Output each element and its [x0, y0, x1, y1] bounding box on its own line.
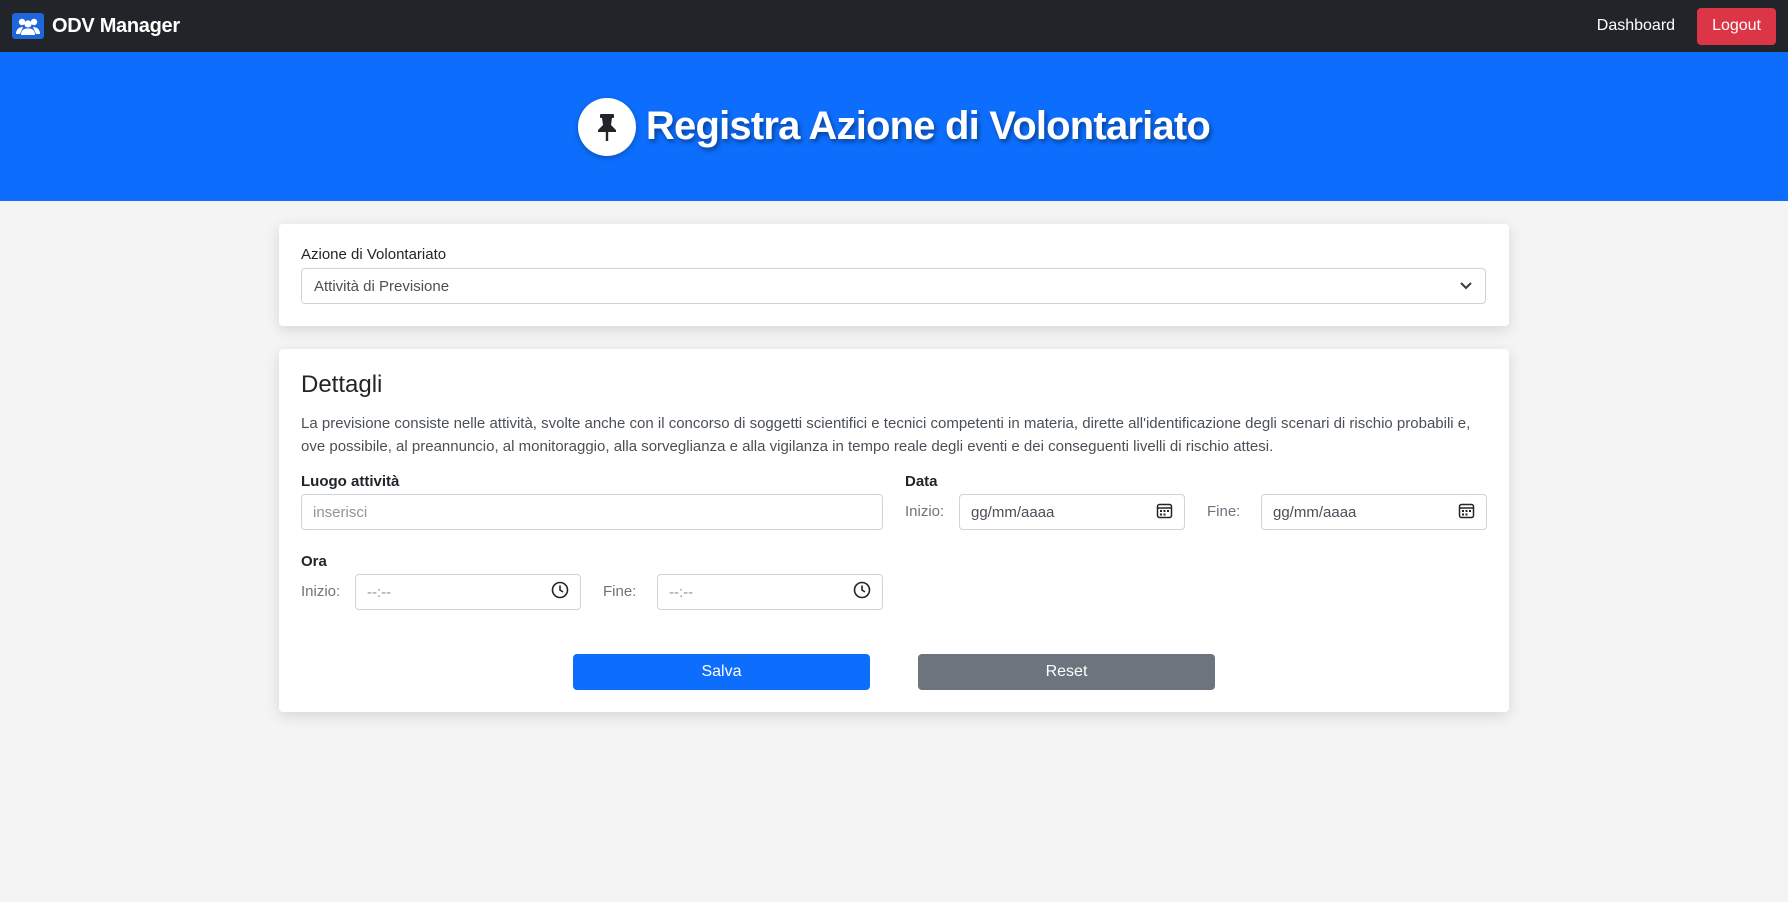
- reset-button[interactable]: Reset: [918, 654, 1215, 690]
- location-input[interactable]: inserisci: [301, 494, 883, 530]
- time-end-label: Fine:: [603, 583, 637, 600]
- date-end-label: Fine:: [1207, 503, 1241, 520]
- chevron-down-icon: [1459, 278, 1473, 295]
- pushpin-icon: [577, 97, 636, 156]
- time-start-input[interactable]: --:--: [355, 574, 581, 610]
- action-label: Azione di Volontariato: [301, 246, 447, 263]
- time-end-input[interactable]: --:--: [657, 574, 883, 610]
- save-button[interactable]: Salva: [573, 654, 870, 690]
- users-icon: [12, 13, 44, 39]
- time-start-placeholder: --:--: [367, 583, 392, 601]
- date-end-placeholder: gg/mm/aaaa: [1273, 503, 1357, 521]
- action-card: Azione di Volontariato Attività di Previ…: [279, 224, 1509, 326]
- clock-icon[interactable]: [853, 581, 871, 603]
- brand-name: ODV Manager: [52, 14, 180, 37]
- details-card: Dettagli La previsione consiste nelle at…: [279, 349, 1509, 712]
- logout-button[interactable]: Logout: [1697, 7, 1776, 45]
- time-start-label: Inizio:: [301, 583, 341, 600]
- location-placeholder: inserisci: [313, 503, 368, 521]
- action-select-value: Attività di Previsione: [314, 277, 450, 295]
- navbar: ODV Manager Dashboard Logout: [0, 0, 1788, 52]
- date-start-input[interactable]: gg/mm/aaaa: [959, 494, 1185, 530]
- time-label: Ora: [301, 553, 327, 570]
- date-label: Data: [905, 473, 938, 490]
- location-label: Luogo attività: [301, 473, 400, 490]
- clock-icon[interactable]: [551, 581, 569, 603]
- calendar-icon[interactable]: [1156, 502, 1173, 523]
- date-start-label: Inizio:: [905, 503, 945, 520]
- brand[interactable]: ODV Manager: [12, 13, 180, 39]
- date-start-placeholder: gg/mm/aaaa: [971, 503, 1055, 521]
- page-title: Registra Azione di Volontariato: [645, 104, 1211, 148]
- details-description: La previsione consiste nelle attività, s…: [301, 415, 1471, 455]
- details-title: Dettagli: [301, 371, 383, 398]
- page-header: Registra Azione di Volontariato: [0, 52, 1788, 201]
- time-end-placeholder: --:--: [669, 583, 694, 601]
- action-select[interactable]: Attività di Previsione: [301, 268, 1486, 304]
- dashboard-link[interactable]: Dashboard: [1597, 17, 1675, 35]
- calendar-icon[interactable]: [1458, 502, 1475, 523]
- date-end-input[interactable]: gg/mm/aaaa: [1261, 494, 1487, 530]
